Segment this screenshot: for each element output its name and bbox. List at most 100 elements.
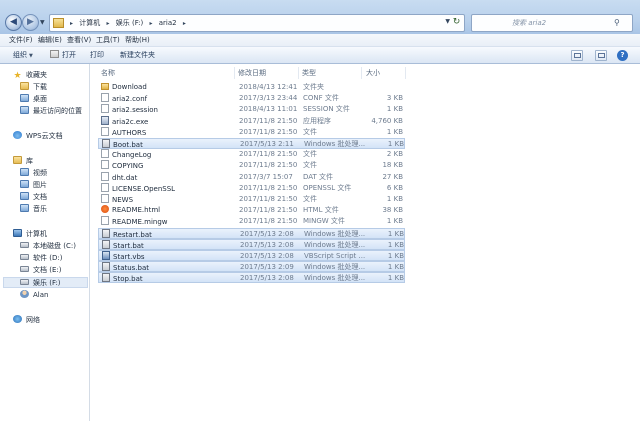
menu-help[interactable]: 帮助(H) (125, 35, 150, 46)
file-row[interactable]: LICENSE.OpenSSL 2017/11/8 21:50 OPENSSL 文件… (98, 182, 405, 194)
file-row[interactable]: Start.bat 2017/5/13 2:08 Windows 批处理... 1 K… (98, 238, 405, 250)
file-row[interactable]: COPYING 2017/11/8 21:50 文件 18 KB (98, 160, 405, 171)
breadcrumb-drive-f[interactable]: 娱乐 (F:) (115, 15, 145, 31)
file-row[interactable]: ChangeLog 2017/11/8 21:50 文件 2 KB (98, 149, 405, 160)
file-row[interactable]: README.html 2017/11/8 21:50 HTML 文件 38 KB (98, 205, 405, 216)
nav-network[interactable]: 网络 (13, 315, 40, 326)
nav-item-music[interactable]: 音乐 (20, 204, 47, 215)
file-row[interactable]: dht.dat 2017/3/7 15:07 DAT 文件 27 KB (98, 171, 405, 183)
organize-button[interactable]: 组织 ▼ (13, 50, 33, 61)
address-dropdown-icon[interactable]: ▼ (445, 18, 450, 25)
nav-label: 本地磁盘 (C:) (33, 242, 76, 250)
column-divider[interactable] (298, 67, 299, 79)
nav-label: 视频 (33, 169, 47, 177)
column-header-type[interactable]: 类型 (302, 67, 316, 79)
chevron-right-icon[interactable]: ▸ (147, 16, 156, 32)
nav-item-videos[interactable]: 视频 (20, 168, 47, 179)
file-type: 应用程序 (303, 116, 331, 125)
nav-item-drive-e[interactable]: 文档 (E:) (20, 265, 61, 276)
column-header-size[interactable]: 大小 (366, 67, 380, 79)
open-button[interactable]: 打开 (50, 50, 76, 61)
nav-label: 计算机 (26, 230, 47, 238)
file-row[interactable]: NEWS 2017/11/8 21:50 文件 1 KB (98, 194, 405, 205)
file-row[interactable]: AUTHORS 2017/11/8 21:50 文件 1 KB (98, 126, 405, 138)
menu-bar: 文件(F) 编辑(E) 查看(V) 工具(T) 帮助(H) (0, 34, 640, 47)
breadcrumb-computer[interactable]: 计算机 (78, 15, 101, 31)
menu-view[interactable]: 查看(V) (67, 35, 91, 46)
caret-down-icon: ▼ (29, 53, 33, 59)
change-view-button[interactable] (571, 50, 583, 61)
file-name-text: dht.dat (112, 173, 138, 182)
column-header-name[interactable]: 名称 (101, 67, 115, 79)
column-divider[interactable] (361, 67, 362, 79)
file-icon (101, 160, 109, 170)
column-header-date[interactable]: 修改日期 (238, 67, 266, 79)
file-date: 2018/4/13 11:01 (239, 105, 298, 114)
menu-tools[interactable]: 工具(T) (96, 35, 120, 46)
new-folder-button[interactable]: 新建文件夹 (120, 50, 155, 61)
chevron-right-icon[interactable]: ▸ (103, 16, 112, 32)
file-type: DAT 文件 (303, 172, 334, 181)
nav-item-downloads[interactable]: 下载 (20, 82, 47, 93)
file-row[interactable]: Stop.bat 2017/5/13 2:08 Windows 批处理... 1 KB (98, 272, 405, 285)
nav-item-drive-f[interactable]: 娱乐 (F:) (3, 277, 88, 288)
nav-computer[interactable]: 计算机 (13, 229, 47, 240)
file-row[interactable]: aria2c.exe 2017/11/8 21:50 应用程序 4,760 KB (98, 115, 405, 127)
file-size: 1 KB (386, 195, 403, 203)
dat-icon (101, 171, 109, 181)
nav-wps-cloud[interactable]: WPS云文档 (13, 131, 63, 142)
file-icon (101, 149, 109, 159)
search-icon[interactable]: ⚲ (614, 18, 624, 28)
file-type: 文件 (303, 150, 317, 159)
column-divider[interactable] (405, 67, 406, 79)
history-dropdown-icon[interactable]: ▼ (40, 19, 45, 26)
help-button[interactable]: ? (617, 50, 628, 61)
file-row[interactable]: aria2.conf 2017/3/13 23:44 CONF 文件 3 KB (98, 93, 405, 104)
file-row[interactable]: Start.vbs 2017/5/13 2:08 VBScript Script .… (98, 250, 405, 261)
nav-item-desktop[interactable]: 桌面 (20, 94, 47, 105)
file-type: HTML 文件 (303, 206, 339, 215)
chevron-right-icon[interactable]: ▸ (180, 16, 189, 32)
file-row[interactable]: Boot.bat 2017/5/13 2:11 Windows 批处理... 1 KB (98, 138, 405, 149)
file-name: Stop.bat (102, 273, 143, 285)
file-name: aria2.conf (101, 93, 147, 105)
file-row[interactable]: Status.bat 2017/5/13 2:09 Windows 批处理... 1 … (98, 261, 405, 273)
file-name: README.html (101, 205, 160, 216)
document-icon (20, 192, 29, 200)
menu-file[interactable]: 文件(F) (9, 35, 33, 46)
file-name-text: Status.bat (113, 264, 150, 273)
file-type: 文件 (303, 161, 317, 170)
file-name-text: Boot.bat (113, 141, 143, 149)
picture-icon (20, 180, 29, 188)
column-divider[interactable] (234, 67, 235, 79)
nav-libraries[interactable]: 库 (13, 156, 33, 167)
bat-icon (102, 273, 110, 283)
file-row[interactable]: aria2.session 2018/4/13 11:01 SESSION 文件 1 … (98, 104, 405, 115)
print-button[interactable]: 打印 (90, 50, 104, 61)
file-date: 2017/11/8 21:50 (239, 116, 298, 125)
nav-favorites[interactable]: ★ 收藏夹 (13, 70, 47, 81)
file-row[interactable]: README.mingw 2017/11/8 21:50 MINGW 文件 1 KB (98, 216, 405, 227)
file-row[interactable]: Restart.bat 2017/5/13 2:08 Windows 批处理... 1… (98, 227, 405, 239)
preview-pane-button[interactable] (595, 50, 607, 61)
search-input[interactable] (471, 14, 633, 32)
refresh-icon[interactable]: ↻ (451, 17, 462, 28)
nav-item-recent[interactable]: 最近访问的位置 (20, 106, 82, 117)
breadcrumb-aria2[interactable]: aria2 (158, 15, 178, 31)
nav-item-drive-d[interactable]: 软件 (D:) (20, 253, 62, 264)
menu-edit[interactable]: 编辑(E) (38, 35, 62, 46)
nav-item-documents[interactable]: 文档 (20, 192, 47, 203)
nav-item-pictures[interactable]: 图片 (20, 180, 47, 191)
file-name-text: README.mingw (112, 218, 168, 227)
file-date: 2017/11/8 21:50 (239, 127, 298, 136)
file-row[interactable]: Download 2018/4/13 12:41 文件夹 (98, 82, 405, 93)
address-bar[interactable]: ▸ 计算机 ▸ 娱乐 (F:) ▸ aria2 ▸ ▼ ↻ (49, 14, 465, 32)
back-button[interactable]: ◀ (5, 14, 22, 31)
file-name: ChangeLog (101, 149, 151, 161)
navigation-pane: ★ 收藏夹 下载 桌面 最近访问的位置 WPS云文档 库 视频 图片 文档 音乐 … (0, 64, 90, 421)
forward-button[interactable]: ▶ (22, 14, 39, 31)
nav-label: 文档 (33, 193, 47, 201)
chevron-right-icon[interactable]: ▸ (67, 16, 76, 32)
nav-item-drive-c[interactable]: 本地磁盘 (C:) (20, 241, 76, 252)
nav-item-alan[interactable]: Alan (20, 290, 48, 301)
